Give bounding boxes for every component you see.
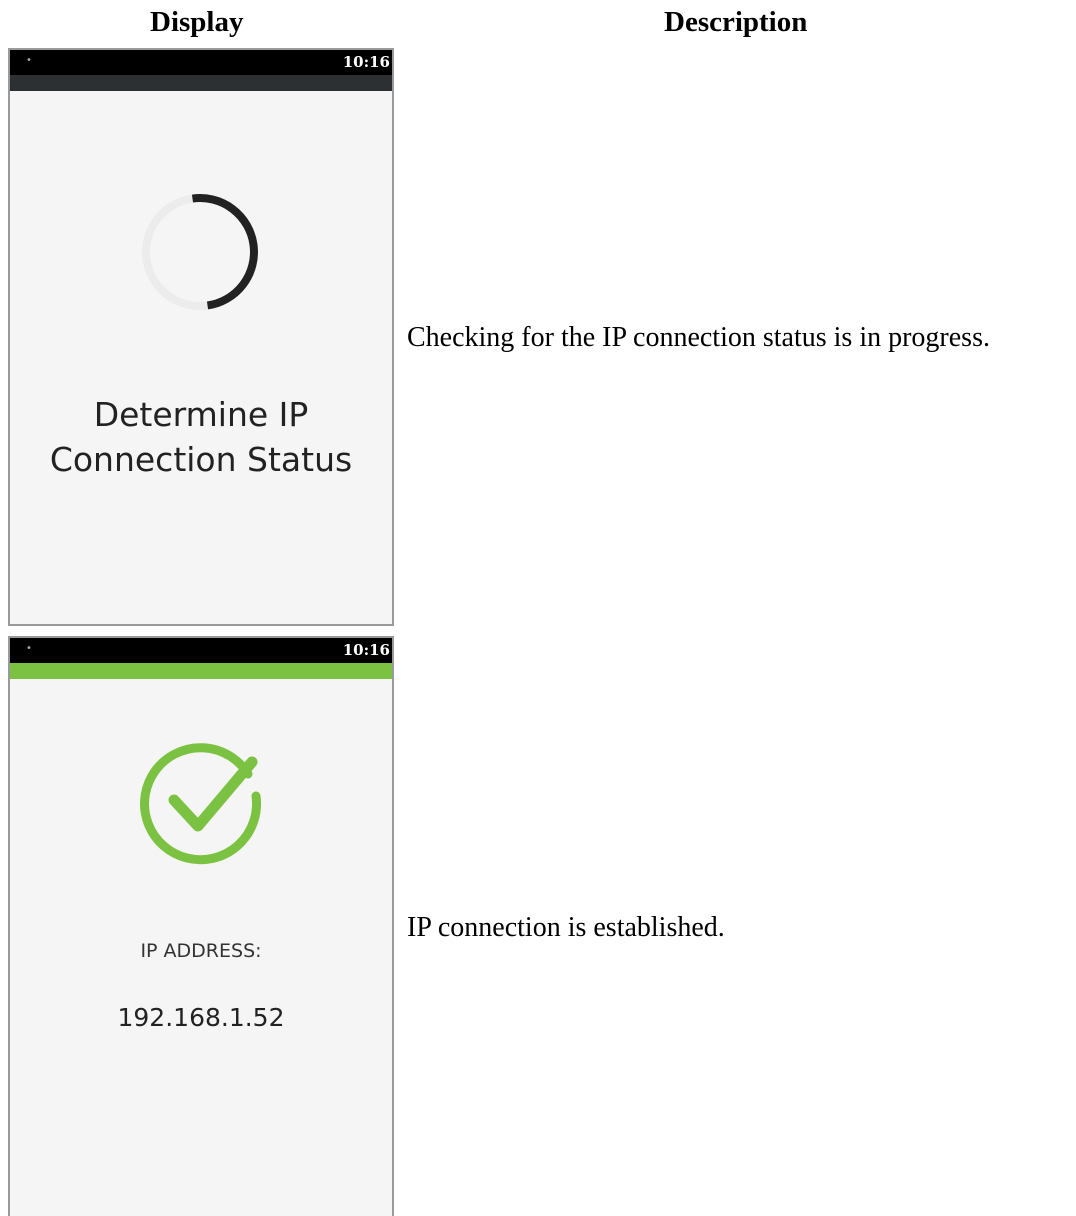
display-column-header: Display: [150, 6, 244, 38]
checkmark-circle-icon: [140, 743, 262, 865]
description-established: IP connection is established.: [407, 912, 725, 943]
terminal-screen-established: • 10:16 IP ADDRESS: 192.168.1.52: [8, 636, 394, 1216]
status-time: 10:16: [342, 53, 390, 71]
status-time: 10:16: [342, 641, 390, 659]
status-bar: • 10:16: [10, 50, 392, 75]
signal-icon: •: [26, 643, 32, 654]
ip-address-value: 192.168.1.52: [117, 1003, 285, 1032]
loading-spinner-icon: [142, 194, 258, 310]
header-accent-bar: [10, 75, 392, 91]
terminal-screen-checking: • 10:16 Determine IP Connection Status: [8, 48, 394, 626]
description-checking: Checking for the IP connection status is…: [407, 322, 990, 353]
status-bar: • 10:16: [10, 638, 392, 663]
header-accent-bar: [10, 663, 392, 679]
signal-icon: •: [26, 55, 32, 66]
ip-address-label: IP ADDRESS:: [140, 940, 262, 962]
title-line-1: Determine IP: [93, 395, 309, 434]
screen-title: Determine IP Connection Status: [10, 392, 392, 482]
description-column-header: Description: [664, 6, 808, 38]
title-line-2: Connection Status: [49, 440, 353, 479]
